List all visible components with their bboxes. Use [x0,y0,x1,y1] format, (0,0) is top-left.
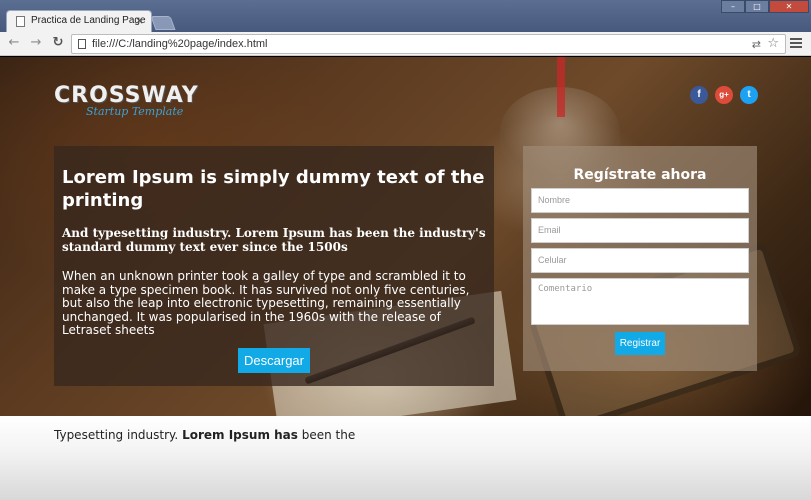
logo-subtitle: Startup Template [86,105,184,118]
menu-icon[interactable] [790,38,802,50]
minimize-button[interactable]: – [721,0,745,13]
window-controls: – □ ✕ [721,0,809,13]
translate-icon[interactable]: ⇄ [752,38,761,51]
content-text-plain: Typesetting industry. [54,428,179,442]
twitter-icon[interactable]: t [740,86,758,104]
page-icon [16,16,25,27]
social-links: f g+ t [690,86,758,104]
hero-title: Lorem Ipsum is simply dummy text of the … [62,167,485,211]
download-button[interactable]: Descargar [238,348,310,373]
google-plus-icon[interactable]: g+ [715,86,733,104]
register-button[interactable]: Registrar [615,332,665,355]
page-icon [78,39,86,49]
browser-titlebar: Practica de Landing Page × nmor – □ ✕ [0,0,811,32]
tab-title: Practica de Landing Page [31,15,146,26]
hero-section: CROSSWAY Startup Template f g+ t Lorem I… [0,57,811,434]
browser-toolbar: ← → ↻ file:///C:/landing%20page/index.ht… [0,32,811,56]
back-arrow-icon[interactable]: ← [6,35,22,51]
hero-body: When an unknown printer took a galley of… [62,269,470,337]
signup-form: Regístrate ahora Nombre Email Celular Co… [523,146,757,371]
browser-tab[interactable]: Practica de Landing Page × [6,10,152,32]
maximize-button[interactable]: □ [745,0,769,13]
new-tab-button[interactable] [150,16,176,30]
forward-arrow-icon[interactable]: → [28,35,44,51]
close-window-button[interactable]: ✕ [769,0,809,13]
phone-field[interactable]: Celular [531,248,749,273]
url-text[interactable]: file:///C:/landing%20page/index.html [92,38,268,50]
comment-field[interactable]: Comentario [531,278,749,325]
reload-icon[interactable]: ↻ [50,35,66,51]
email-field[interactable]: Email [531,218,749,243]
logo[interactable]: CROSSWAY Startup Template [54,83,199,118]
tab-close-icon[interactable]: × [135,14,144,28]
content-text-bold: Lorem Ipsum has [182,428,298,442]
hero-subtitle: And typesetting industry. Lorem Ipsum ha… [62,226,486,254]
hero-background-straw [557,57,565,117]
content-section: Typesetting industry. Lorem Ipsum has be… [0,416,811,500]
page-viewport: CROSSWAY Startup Template f g+ t Lorem I… [0,57,811,500]
form-title: Regístrate ahora [573,167,707,183]
bookmark-star-icon[interactable]: ☆ [767,36,779,51]
content-text-tail: been the [301,428,356,442]
facebook-icon[interactable]: f [690,86,708,104]
info-box: Lorem Ipsum is simply dummy text of the … [54,146,494,386]
content-text: Typesetting industry. Lorem Ipsum has be… [54,428,355,442]
address-bar[interactable]: file:///C:/landing%20page/index.html ⇄ ☆ [71,34,786,54]
name-field[interactable]: Nombre [531,188,749,213]
